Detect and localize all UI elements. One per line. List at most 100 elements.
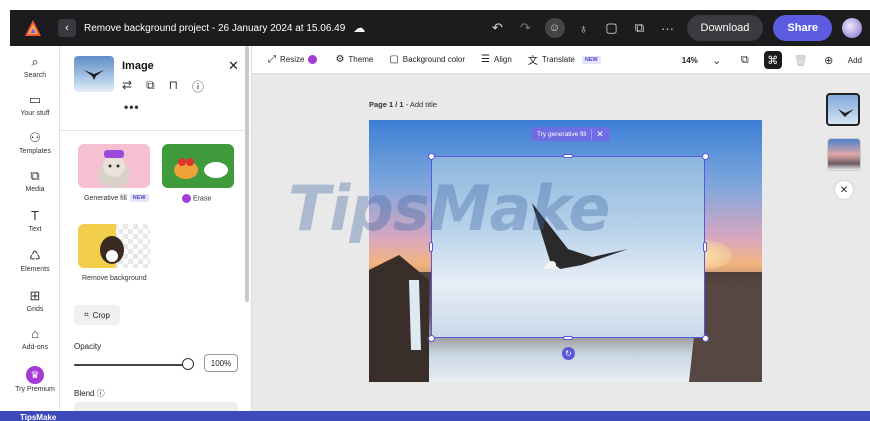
resize-handle-bottom[interactable] bbox=[563, 336, 573, 340]
background-color-button[interactable]: ▢ Background color bbox=[389, 54, 465, 65]
bottom-brand-strip: TipsMake bbox=[0, 411, 870, 421]
translate-button[interactable]: 文 Translate NEW bbox=[528, 52, 601, 67]
more-options-button[interactable]: ••• bbox=[124, 100, 140, 114]
try-generative-fill-label[interactable]: Try generative fill bbox=[537, 131, 586, 138]
rail-label: Grids bbox=[26, 306, 44, 313]
opacity-slider-track[interactable] bbox=[74, 364, 190, 366]
close-icon[interactable]: ✕ bbox=[228, 58, 239, 74]
collaborator-icon[interactable]: ☺ bbox=[544, 18, 565, 38]
rail-item-text[interactable]: T Text bbox=[10, 208, 60, 233]
left-rail: ⌕ Search ▭ Your stuff ⚇ Templates ⧉ Medi… bbox=[10, 46, 60, 411]
eagle-thumb-svg bbox=[84, 70, 104, 80]
rail-item-try-premium[interactable]: ♛ Try Premium bbox=[10, 366, 60, 393]
media-icon: ⧉ bbox=[30, 168, 40, 183]
theme-icon: ⚙ bbox=[335, 54, 345, 65]
image-quick-actions: ⇄ ⧉ ⊓ ⓘ bbox=[122, 78, 204, 95]
opacity-slider-handle[interactable] bbox=[182, 358, 194, 370]
page-1-thumb-svg bbox=[838, 109, 854, 117]
frog-illustration bbox=[174, 158, 228, 179]
download-button[interactable]: Download bbox=[686, 15, 764, 41]
undo-icon[interactable]: ↶ bbox=[489, 19, 507, 37]
panel-scrollbar[interactable] bbox=[245, 46, 249, 302]
rail-item-your-stuff[interactable]: ▭ Your stuff bbox=[10, 92, 60, 117]
rail-item-media[interactable]: ⧉ Media bbox=[10, 168, 60, 193]
background-color-icon: ▢ bbox=[389, 54, 399, 65]
theme-button[interactable]: ⚙ Theme bbox=[335, 54, 373, 65]
generative-fill-card[interactable] bbox=[78, 144, 150, 188]
blend-label: Blend ⓘ bbox=[74, 389, 105, 398]
rail-label: Search bbox=[23, 72, 47, 79]
erase-label: Erase bbox=[182, 194, 211, 203]
grid-view-icon[interactable]: ⌘ bbox=[763, 51, 782, 69]
resize-label: Resize bbox=[280, 55, 305, 64]
comment-icon[interactable]: ▢ bbox=[603, 19, 621, 37]
crop-button[interactable]: ⌗ Crop bbox=[74, 305, 120, 325]
rail-label: Media bbox=[25, 186, 45, 193]
zoom-level[interactable]: 14% bbox=[682, 56, 698, 65]
rail-label: Elements bbox=[20, 266, 50, 273]
redo-icon[interactable]: ↷ bbox=[517, 19, 535, 37]
back-button[interactable]: ‹ bbox=[58, 19, 76, 37]
erase-card[interactable] bbox=[162, 144, 234, 188]
context-toolbar: ⤢ Resize ⚙ Theme ▢ Background color ☰ Al… bbox=[252, 46, 870, 74]
generative-fill-label: Generative fill NEW bbox=[84, 194, 149, 202]
resize-handle-top-right[interactable] bbox=[702, 153, 709, 160]
trash-icon[interactable]: 🗑 bbox=[792, 51, 810, 69]
page-number: Page 1 / 1 bbox=[369, 100, 404, 109]
rail-label: Templates bbox=[19, 148, 51, 155]
theme-label: Theme bbox=[348, 55, 374, 64]
chat-icon[interactable]: ⧉ bbox=[631, 19, 649, 37]
rail-item-templates[interactable]: ⚇ Templates bbox=[10, 130, 60, 155]
app-logo-svg bbox=[25, 20, 41, 36]
remove-background-card[interactable] bbox=[78, 224, 150, 268]
more-icon[interactable]: ··· bbox=[659, 19, 677, 37]
page-thumbnail-1[interactable] bbox=[826, 93, 860, 126]
erase-text: Erase bbox=[193, 195, 212, 203]
resize-handle-bottom-left[interactable] bbox=[428, 335, 435, 342]
blend-dropdown[interactable] bbox=[74, 402, 238, 411]
rail-item-search[interactable]: ⌕ Search bbox=[10, 54, 60, 79]
rotate-icon[interactable]: ↻ bbox=[562, 347, 575, 360]
resize-button[interactable]: ⤢ Resize bbox=[268, 54, 319, 65]
crown-icon: ♛ bbox=[26, 366, 44, 384]
panel-title: Image bbox=[122, 60, 154, 72]
try-generative-fill-pill[interactable]: Try generative fill ✕ bbox=[531, 127, 610, 141]
layers-icon[interactable]: ⧉ bbox=[736, 51, 754, 69]
close-icon[interactable]: ✕ bbox=[591, 128, 604, 140]
rail-item-grids[interactable]: ⊞ Grids bbox=[10, 288, 60, 313]
user-avatar[interactable] bbox=[842, 18, 862, 38]
selected-image-thumbnail bbox=[74, 56, 114, 92]
resize-handle-right[interactable] bbox=[703, 242, 707, 252]
premium-crown-icon bbox=[182, 194, 191, 203]
document-title[interactable]: Remove background project - 26 January 2… bbox=[84, 23, 345, 34]
share-button[interactable]: Share bbox=[773, 15, 832, 41]
lightbulb-icon[interactable]: ♁ bbox=[575, 19, 593, 37]
info-icon[interactable]: ⓘ bbox=[192, 78, 204, 95]
resize-handle-bottom-right[interactable] bbox=[702, 335, 709, 342]
grids-icon: ⊞ bbox=[29, 288, 41, 303]
rail-item-add-ons[interactable]: ⌂ Add-ons bbox=[10, 326, 60, 351]
crop-label: Crop bbox=[92, 310, 110, 320]
chevron-down-icon[interactable]: ⌄ bbox=[708, 51, 726, 69]
text-icon: T bbox=[31, 208, 39, 223]
page-thumbnail-2[interactable] bbox=[827, 138, 861, 171]
page-label[interactable]: Page 1 / 1 - Add title bbox=[369, 100, 437, 109]
resize-handle-top-left[interactable] bbox=[428, 153, 435, 160]
page-title-placeholder[interactable]: - Add title bbox=[404, 100, 437, 109]
resize-handle-top[interactable] bbox=[563, 154, 573, 158]
opacity-input[interactable]: 100% bbox=[204, 354, 238, 372]
resize-icon: ⤢ bbox=[268, 54, 276, 65]
align-button[interactable]: ☰ Align bbox=[481, 54, 512, 65]
rail-label: Your stuff bbox=[20, 110, 50, 117]
align-icon: ☰ bbox=[481, 54, 491, 65]
cloud-sync-icon[interactable]: ☁ bbox=[353, 21, 365, 35]
lock-icon[interactable]: ⊓ bbox=[169, 78, 178, 95]
premium-crown-icon bbox=[308, 55, 318, 64]
duplicate-icon[interactable]: ⧉ bbox=[146, 78, 155, 95]
add-page-label[interactable]: Add bbox=[848, 56, 862, 65]
adobe-express-logo-icon[interactable] bbox=[22, 17, 44, 39]
rail-item-elements[interactable]: ♺ Elements bbox=[10, 248, 60, 273]
add-page-icon[interactable]: ⊕ bbox=[820, 51, 838, 69]
replace-icon[interactable]: ⇄ bbox=[122, 78, 132, 95]
close-icon[interactable]: ✕ bbox=[835, 181, 853, 199]
